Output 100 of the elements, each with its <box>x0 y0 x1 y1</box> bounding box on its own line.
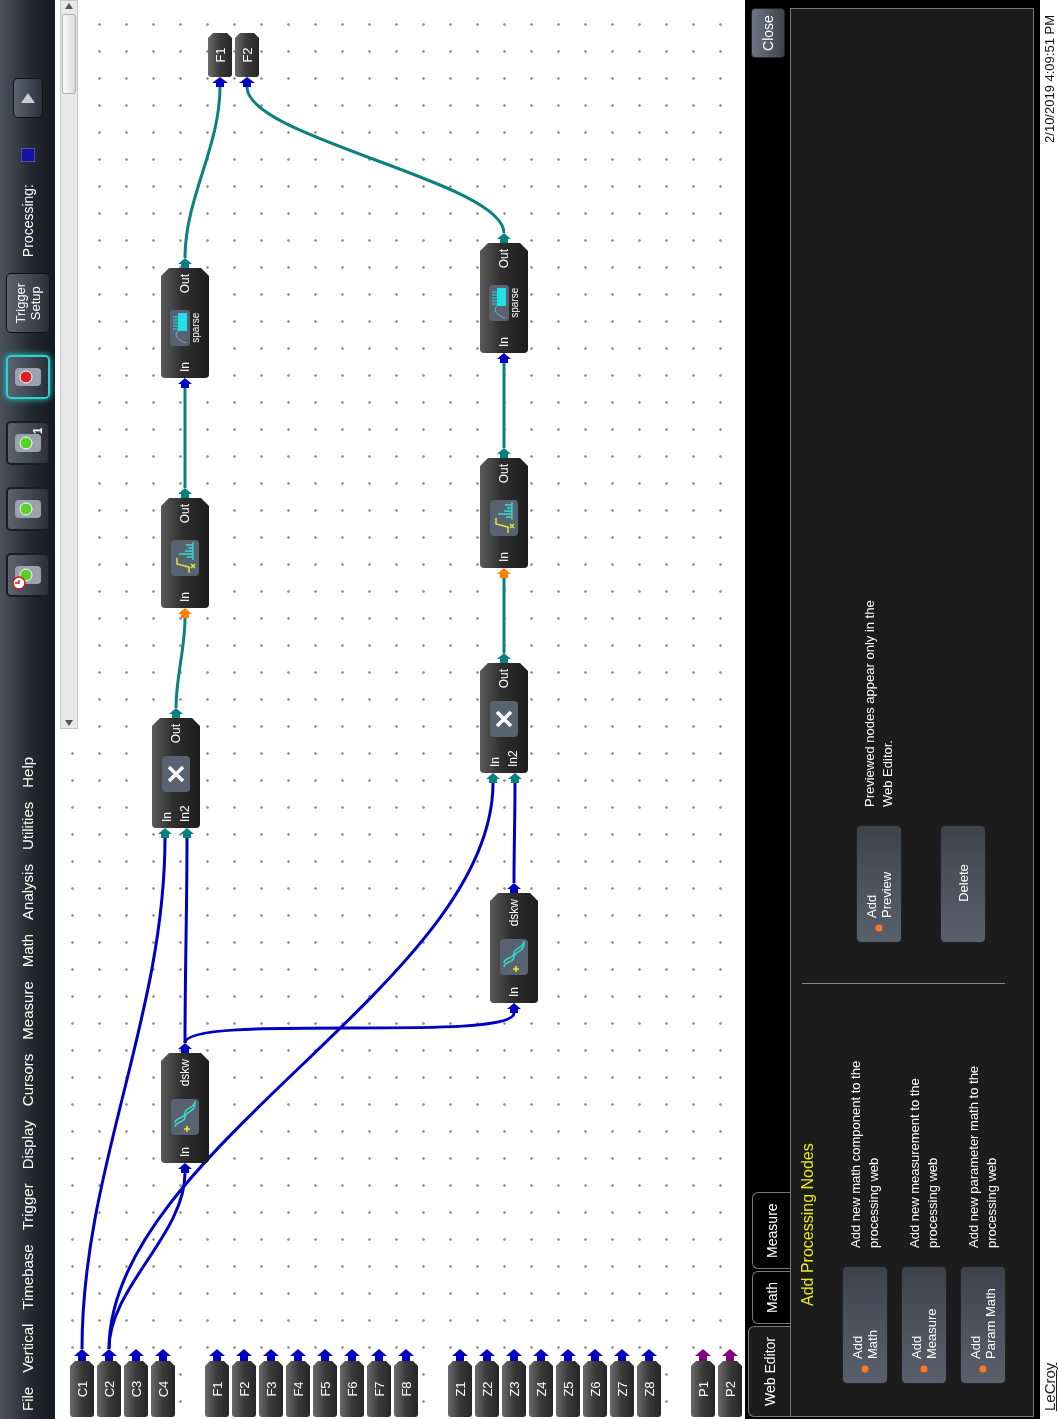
output-port-icon[interactable] <box>533 1349 549 1361</box>
menu-item[interactable]: Utilities <box>19 801 36 851</box>
input-port-icon[interactable] <box>486 773 500 783</box>
menu-item[interactable]: Help <box>19 756 36 788</box>
trigger-mode-button[interactable] <box>5 553 50 598</box>
input-port-icon[interactable] <box>180 828 194 838</box>
output-node[interactable]: F2 <box>235 33 259 77</box>
source-node[interactable]: Z6 <box>583 1361 607 1417</box>
panel-tab[interactable]: Math <box>752 1270 790 1324</box>
menu-item[interactable]: Math <box>19 933 36 968</box>
output-port-icon[interactable] <box>290 1349 306 1361</box>
menu-item[interactable]: Vertical <box>19 1323 36 1373</box>
output-port-icon[interactable] <box>507 883 521 893</box>
menu-item[interactable]: Cursors <box>19 1053 36 1107</box>
menu-item[interactable]: Measure <box>19 981 36 1040</box>
source-node[interactable]: F2 <box>232 1361 256 1417</box>
output-port-icon[interactable] <box>641 1349 657 1361</box>
source-node[interactable]: C3 <box>124 1361 148 1417</box>
input-port-icon[interactable] <box>178 608 192 618</box>
output-port-icon[interactable] <box>209 1349 225 1361</box>
output-port-icon[interactable] <box>178 1043 192 1053</box>
panel-tab[interactable]: Web Editor <box>748 1326 790 1417</box>
output-port-icon[interactable] <box>128 1349 144 1361</box>
source-node[interactable]: Z7 <box>610 1361 634 1417</box>
delete-button[interactable]: Delete <box>940 825 986 943</box>
menu-item[interactable]: Display <box>19 1120 36 1170</box>
source-node[interactable]: Z2 <box>475 1361 499 1417</box>
processing-node[interactable]: In dskw <box>490 893 538 1003</box>
source-node[interactable]: C1 <box>70 1361 94 1417</box>
input-port-icon[interactable] <box>178 1163 192 1173</box>
output-port-icon[interactable] <box>722 1349 738 1361</box>
input-port-icon[interactable] <box>158 828 172 838</box>
input-port-icon[interactable] <box>497 568 511 578</box>
source-node[interactable]: Z4 <box>529 1361 553 1417</box>
source-node[interactable]: F3 <box>259 1361 283 1417</box>
add-node-button[interactable]: Add Param Math <box>960 1266 1006 1384</box>
input-port-icon[interactable] <box>497 353 511 363</box>
source-node[interactable]: C2 <box>97 1361 121 1417</box>
source-node[interactable]: F4 <box>286 1361 310 1417</box>
output-port-icon[interactable] <box>101 1349 117 1361</box>
processing-node[interactable]: In dskw <box>161 1053 209 1163</box>
output-port-icon[interactable] <box>479 1349 495 1361</box>
input-port-icon[interactable] <box>508 773 522 783</box>
source-node[interactable]: Z5 <box>556 1361 580 1417</box>
scroll-right-icon[interactable] <box>64 1 74 11</box>
output-port-icon[interactable] <box>506 1349 522 1361</box>
trigger-mode-button[interactable]: 1 <box>5 421 50 466</box>
menu-item[interactable]: File <box>19 1386 36 1411</box>
scroll-left-icon[interactable] <box>64 718 74 728</box>
collapse-button[interactable] <box>12 78 43 118</box>
source-node[interactable]: Z1 <box>448 1361 472 1417</box>
source-node[interactable]: F1 <box>205 1361 229 1417</box>
horizontal-scrollbar[interactable] <box>60 0 78 729</box>
source-node[interactable]: F5 <box>313 1361 337 1417</box>
trigger-mode-button[interactable] <box>5 487 50 532</box>
menu-item[interactable]: Timebase <box>19 1244 36 1310</box>
add-node-button[interactable]: Add Math <box>842 1266 888 1384</box>
output-port-icon[interactable] <box>695 1349 711 1361</box>
processing-node[interactable]: In In2 Out <box>480 663 528 773</box>
source-node[interactable]: P2 <box>718 1361 742 1417</box>
output-port-icon[interactable] <box>155 1349 171 1361</box>
scrollbar-thumb[interactable] <box>62 14 76 94</box>
processing-node[interactable]: In Out <box>480 458 528 568</box>
source-node[interactable]: F8 <box>394 1361 418 1417</box>
processing-node[interactable]: In Out <box>161 498 209 608</box>
input-port-icon[interactable] <box>507 1003 521 1013</box>
output-node[interactable]: F1 <box>208 33 232 77</box>
trigger-setup-button[interactable]: Trigger Setup <box>5 273 50 334</box>
close-button[interactable]: Close <box>750 8 785 58</box>
source-node[interactable]: C4 <box>151 1361 175 1417</box>
output-port-icon[interactable] <box>587 1349 603 1361</box>
source-node[interactable]: Z3 <box>502 1361 526 1417</box>
output-port-icon[interactable] <box>614 1349 630 1361</box>
output-port-icon[interactable] <box>263 1349 279 1361</box>
processing-node[interactable]: In In2 Out <box>152 718 200 828</box>
source-node[interactable]: P1 <box>691 1361 715 1417</box>
output-port-icon[interactable] <box>344 1349 360 1361</box>
port-label: In <box>178 362 192 372</box>
output-port-icon[interactable] <box>236 1349 252 1361</box>
output-port-icon[interactable] <box>371 1349 387 1361</box>
processing-node[interactable]: In sparse Out <box>161 268 209 378</box>
source-node[interactable]: Z8 <box>637 1361 661 1417</box>
panel-tab[interactable]: Measure <box>752 1192 790 1269</box>
output-port-icon[interactable] <box>452 1349 468 1361</box>
processing-node[interactable]: In sparse Out <box>480 243 528 353</box>
source-node[interactable]: F7 <box>367 1361 391 1417</box>
output-port-icon[interactable] <box>398 1349 414 1361</box>
output-port-icon[interactable] <box>74 1349 90 1361</box>
menu-item[interactable]: Analysis <box>19 864 36 920</box>
menu-item[interactable]: Trigger <box>19 1183 36 1231</box>
output-port-icon[interactable] <box>317 1349 333 1361</box>
trigger-mode-button[interactable] <box>5 355 50 400</box>
add-node-button[interactable]: Add Measure <box>901 1266 947 1384</box>
output-port-icon[interactable] <box>560 1349 576 1361</box>
input-port-icon[interactable] <box>178 378 192 388</box>
indicator-light-icon <box>861 1365 869 1373</box>
add-preview-button[interactable]: Add Preview <box>856 825 902 943</box>
source-node[interactable]: F6 <box>340 1361 364 1417</box>
input-port-icon[interactable] <box>239 77 255 87</box>
input-port-icon[interactable] <box>212 77 228 87</box>
